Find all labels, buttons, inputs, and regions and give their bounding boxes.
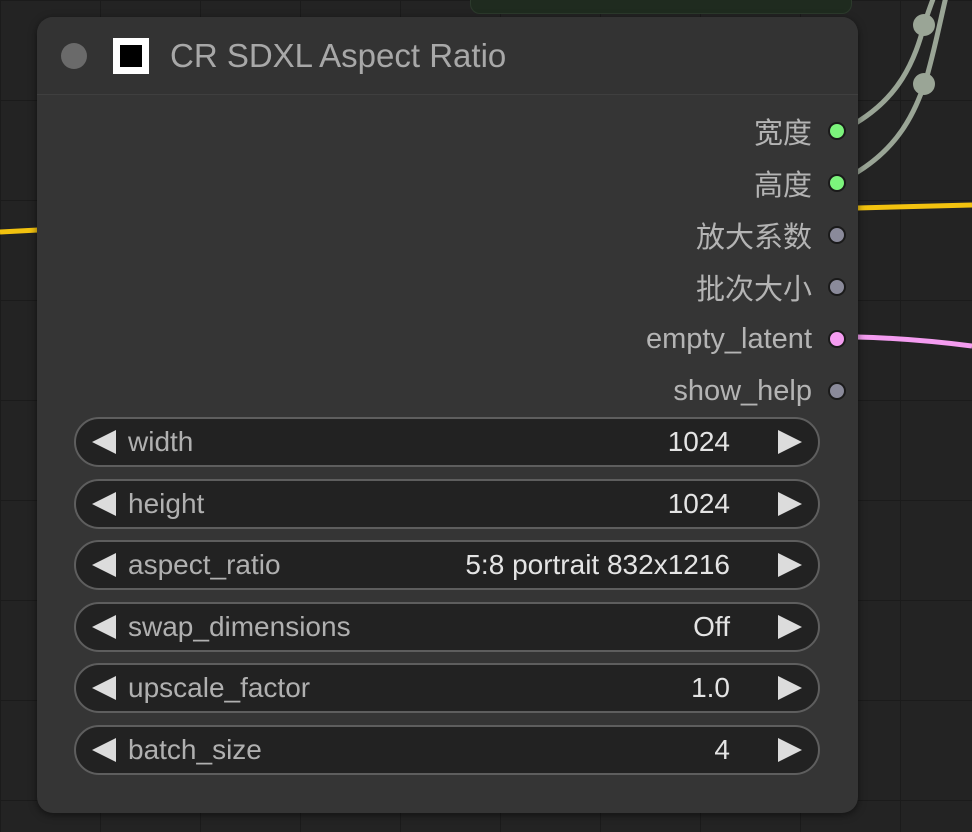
output-slot[interactable]: show_help (458, 365, 858, 417)
link-yellow-right (856, 202, 972, 211)
link-pink (856, 334, 972, 349)
node-outputs: 宽度高度放大系数批次大小 empty_latent show_help (458, 105, 858, 417)
link-reroute-dot-2 (913, 73, 935, 95)
widget-label: width (128, 426, 194, 457)
widget-label: swap_dimensions (128, 610, 351, 642)
output-slot[interactable]: 高度 (458, 157, 858, 209)
decrement-arrow-icon[interactable] (92, 430, 116, 454)
widget-label: height (128, 487, 205, 519)
increment-arrow-icon[interactable] (778, 737, 802, 762)
widget-aspect-ratio[interactable]: aspect_ratio 5:8 portrait 832x1216 (74, 540, 820, 591)
widget-value[interactable]: Off (693, 611, 730, 643)
decrement-arrow-icon[interactable] (92, 676, 116, 701)
widget-value[interactable]: 4 (714, 734, 730, 766)
output-label: empty_latent (645, 322, 812, 355)
cr-sdxl-aspect-ratio-node[interactable]: CR SDXL Aspect Ratio 宽度高度放大系数批次大小 empty_l… (37, 17, 858, 813)
link-yellow-left (0, 227, 39, 235)
output-slot[interactable]: 放大系数 (458, 209, 858, 261)
increment-arrow-icon[interactable] (778, 430, 802, 454)
widget-value[interactable]: 5:8 portrait 832x1216 (465, 549, 730, 581)
output-slot[interactable]: 宽度 (458, 105, 858, 157)
output-connector-icon[interactable] (828, 226, 846, 244)
widget-label: aspect_ratio (128, 549, 281, 581)
link-reroute-dot-1 (913, 14, 935, 36)
output-connector-icon[interactable] (828, 278, 846, 296)
output-label: 放大系数 (695, 222, 812, 254)
decrement-arrow-icon[interactable] (92, 614, 116, 639)
node-title: CR SDXL Aspect Ratio (170, 37, 507, 74)
widget-height[interactable]: height 1024 (74, 478, 820, 529)
output-connector-icon[interactable] (828, 122, 846, 140)
decrement-arrow-icon[interactable] (92, 491, 116, 516)
widget-label: batch_size (128, 733, 262, 765)
widget-value[interactable]: 1.0 (691, 672, 730, 704)
widget-upscale-factor[interactable]: upscale_factor 1.0 (74, 663, 820, 714)
widget-label: upscale_factor (128, 672, 311, 704)
output-connector-icon[interactable] (828, 382, 846, 400)
node-color-icon (113, 38, 149, 74)
output-slot[interactable]: empty_latent (458, 313, 858, 365)
node-widgets: width 1024 height 1024 aspect_ratio 5:8 portr… (74, 417, 820, 787)
increment-arrow-icon[interactable] (778, 614, 802, 639)
output-connector-icon[interactable] (828, 174, 846, 192)
output-slot[interactable]: 批次大小 (458, 261, 858, 313)
output-label: 宽度 (753, 118, 812, 150)
widget-width[interactable]: width 1024 (74, 417, 820, 467)
collapse-toggle-icon[interactable] (61, 43, 87, 69)
output-label: 高度 (753, 170, 812, 202)
output-connector-icon[interactable] (828, 330, 846, 348)
widget-value[interactable]: 1024 (668, 488, 730, 520)
increment-arrow-icon[interactable] (778, 553, 802, 578)
decrement-arrow-icon[interactable] (92, 737, 116, 762)
output-label: show_help (673, 374, 812, 407)
increment-arrow-icon[interactable] (778, 491, 802, 516)
graph-canvas[interactable]: CR SDXL Aspect Ratio 宽度高度放大系数批次大小 empty_l… (0, 0, 972, 832)
widget-value[interactable]: 1024 (668, 426, 730, 458)
widget-swap-dimensions[interactable]: swap_dimensions Off (74, 601, 820, 652)
decrement-arrow-icon[interactable] (92, 553, 116, 578)
increment-arrow-icon[interactable] (778, 676, 802, 701)
node-header[interactable]: CR SDXL Aspect Ratio (37, 17, 858, 95)
output-label: 批次大小 (695, 274, 812, 306)
widget-batch-size[interactable]: batch_size 4 (74, 724, 820, 775)
upstream-node-edge (470, 0, 852, 14)
